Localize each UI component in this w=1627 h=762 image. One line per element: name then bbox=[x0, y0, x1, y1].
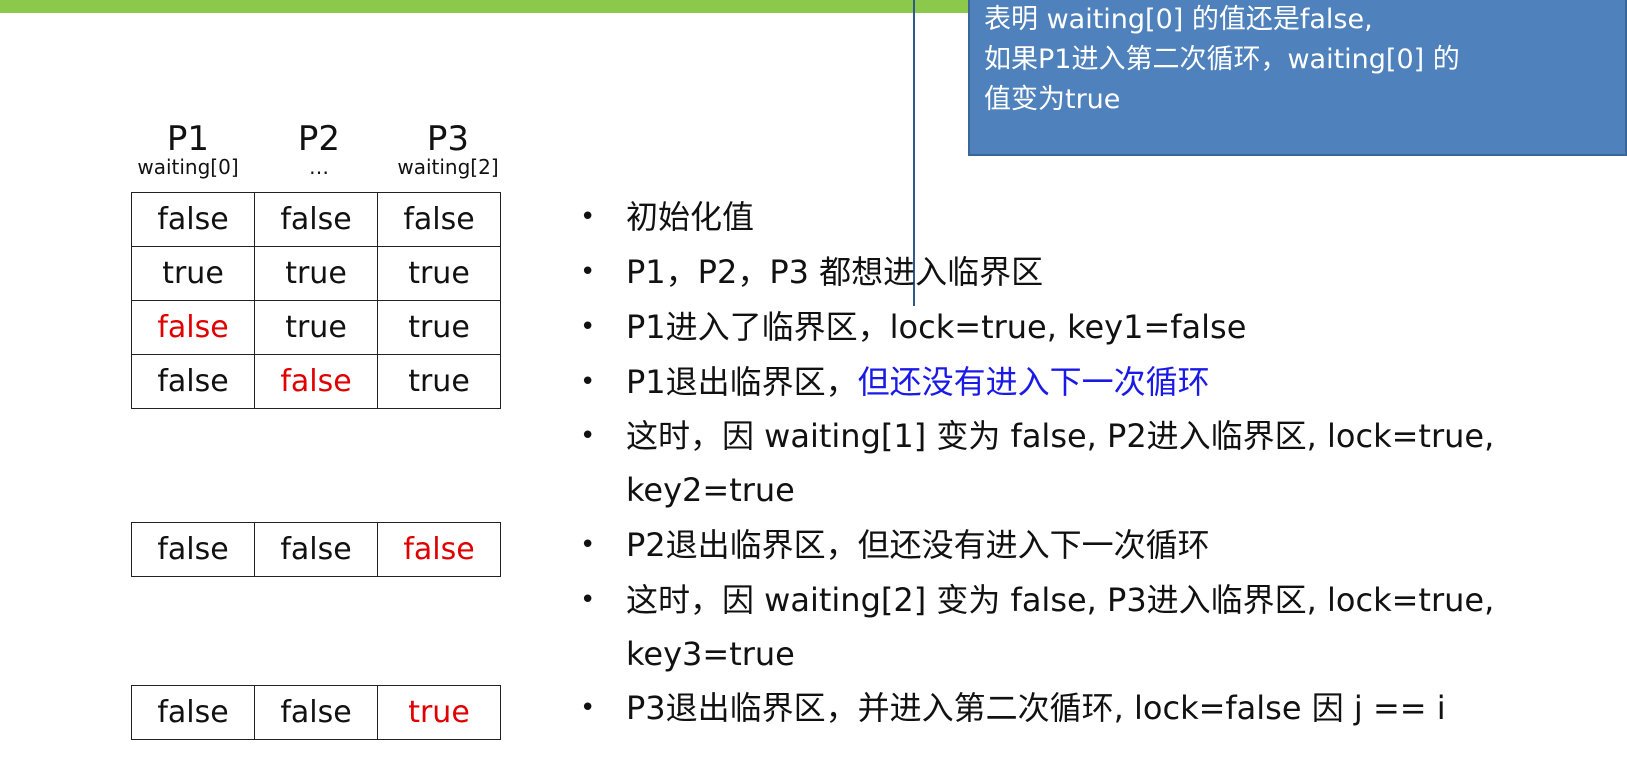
table-cell: true bbox=[377, 300, 501, 355]
callout-line-1: 表明 waiting[0] 的值还是false, bbox=[984, 4, 1373, 35]
table-cell: true bbox=[377, 685, 501, 740]
step-text-highlight: 但还没有进入下一次循环 bbox=[857, 363, 1210, 401]
step-text-cont: key3=true bbox=[626, 635, 795, 673]
waiting-table-3: false false true bbox=[131, 685, 501, 740]
step-text: P1退出临界区， bbox=[626, 363, 858, 401]
table-cell: true bbox=[377, 246, 501, 301]
header-p1-sub: waiting[0] bbox=[137, 155, 239, 179]
list-item: P1退出临界区，但还没有进入下一次循环 bbox=[580, 355, 1590, 409]
table-row: false true true bbox=[131, 300, 501, 355]
header-p2: P2 … bbox=[259, 122, 379, 178]
table-cell: true bbox=[254, 246, 378, 301]
step-text: 这时，因 waiting[2] 变为 false, P3进入临界区, lock=… bbox=[626, 581, 1495, 619]
table-cell: true bbox=[377, 354, 501, 409]
step-text-cont: key2=true bbox=[626, 471, 795, 509]
table-cell: false bbox=[377, 192, 501, 247]
header-p2-sub: … bbox=[309, 155, 329, 179]
table-row: true true true bbox=[131, 246, 501, 301]
list-item: P1，P2，P3 都想进入临界区 bbox=[580, 245, 1590, 299]
step-text: 这时，因 waiting[1] 变为 false, P2进入临界区, lock=… bbox=[626, 417, 1495, 455]
table-cell: false bbox=[377, 522, 501, 577]
table-row: false false true bbox=[131, 354, 501, 409]
table-row: false false false bbox=[131, 192, 501, 247]
header-p3-sub: waiting[2] bbox=[397, 155, 499, 179]
callout-line-3: 值变为true bbox=[984, 84, 1121, 115]
list-item: 这时，因 waiting[1] 变为 false, P2进入临界区, lock=… bbox=[580, 409, 1590, 517]
list-item: P2退出临界区，但还没有进入下一次循环 bbox=[580, 518, 1590, 572]
table-cell: false bbox=[254, 354, 378, 409]
step-text: P1，P2，P3 都想进入临界区 bbox=[626, 253, 1044, 291]
table-cell: true bbox=[254, 300, 378, 355]
list-item: 这时，因 waiting[2] 变为 false, P3进入临界区, lock=… bbox=[580, 573, 1590, 681]
table-cell: false bbox=[131, 300, 255, 355]
table-cell: true bbox=[131, 246, 255, 301]
step-text: P2退出临界区，但还没有进入下一次循环 bbox=[626, 526, 1210, 564]
table-row: false false true bbox=[131, 685, 501, 740]
header-p1: P1 waiting[0] bbox=[128, 122, 248, 178]
step-text: P3退出临界区，并进入第二次循环, lock=false 因 j == i bbox=[626, 689, 1446, 727]
table-cell: false bbox=[254, 685, 378, 740]
table-cell: false bbox=[131, 522, 255, 577]
header-p2-name: P2 bbox=[297, 119, 341, 159]
table-cell: false bbox=[131, 685, 255, 740]
table-cell: false bbox=[131, 354, 255, 409]
waiting-table-main: false false false true true true false t… bbox=[131, 192, 501, 409]
header-p3: P3 waiting[2] bbox=[388, 122, 508, 178]
list-item: P3退出临界区，并进入第二次循环, lock=false 因 j == i bbox=[580, 681, 1590, 735]
callout-line-2: 如果P1进入第二次循环，waiting[0] 的 bbox=[984, 44, 1460, 75]
list-item: P1进入了临界区，lock=true, key1=false bbox=[580, 300, 1590, 354]
top-accent-bar bbox=[0, 0, 970, 13]
table-row: false false false bbox=[131, 522, 501, 577]
step-text: P1进入了临界区，lock=true, key1=false bbox=[626, 308, 1247, 346]
header-p1-name: P1 bbox=[166, 119, 210, 159]
table-cell: false bbox=[131, 192, 255, 247]
waiting-table-2: false false false bbox=[131, 522, 501, 577]
callout-box: 表明 waiting[0] 的值还是false, 如果P1进入第二次循环，wai… bbox=[968, 0, 1627, 156]
table-cell: false bbox=[254, 192, 378, 247]
list-item: 初始化值 bbox=[580, 190, 1590, 244]
table-cell: false bbox=[254, 522, 378, 577]
step-text: 初始化值 bbox=[626, 198, 755, 236]
header-p3-name: P3 bbox=[426, 119, 470, 159]
